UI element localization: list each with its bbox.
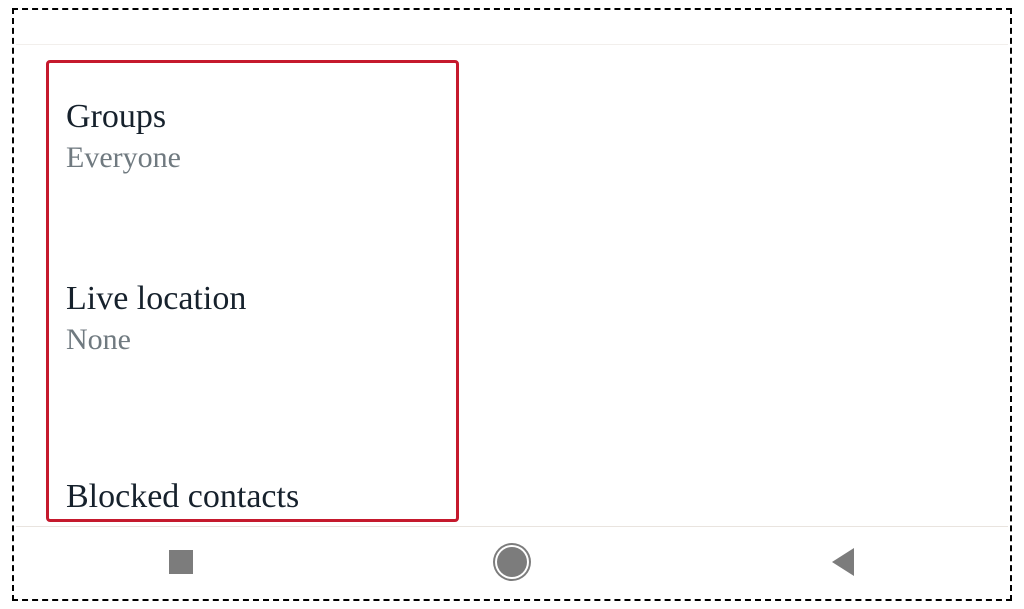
setting-live-location[interactable]: Live location None (66, 280, 246, 356)
screenshot-frame: Groups Everyone Live location None Block… (12, 8, 1012, 601)
recents-icon (169, 550, 193, 574)
android-navbar (16, 527, 1008, 597)
setting-blocked-contacts-title: Blocked contacts (66, 478, 299, 515)
nav-recents-button[interactable] (161, 542, 201, 582)
setting-groups[interactable]: Groups Everyone (66, 98, 181, 174)
back-icon (832, 548, 854, 576)
nav-back-button[interactable] (823, 542, 863, 582)
top-divider (16, 44, 1008, 45)
setting-blocked-contacts[interactable]: Blocked contacts (66, 478, 299, 515)
setting-groups-title: Groups (66, 98, 181, 135)
setting-live-location-title: Live location (66, 280, 246, 317)
home-icon (497, 547, 527, 577)
nav-home-button[interactable] (492, 542, 532, 582)
setting-live-location-value: None (66, 323, 246, 356)
setting-groups-value: Everyone (66, 141, 181, 174)
